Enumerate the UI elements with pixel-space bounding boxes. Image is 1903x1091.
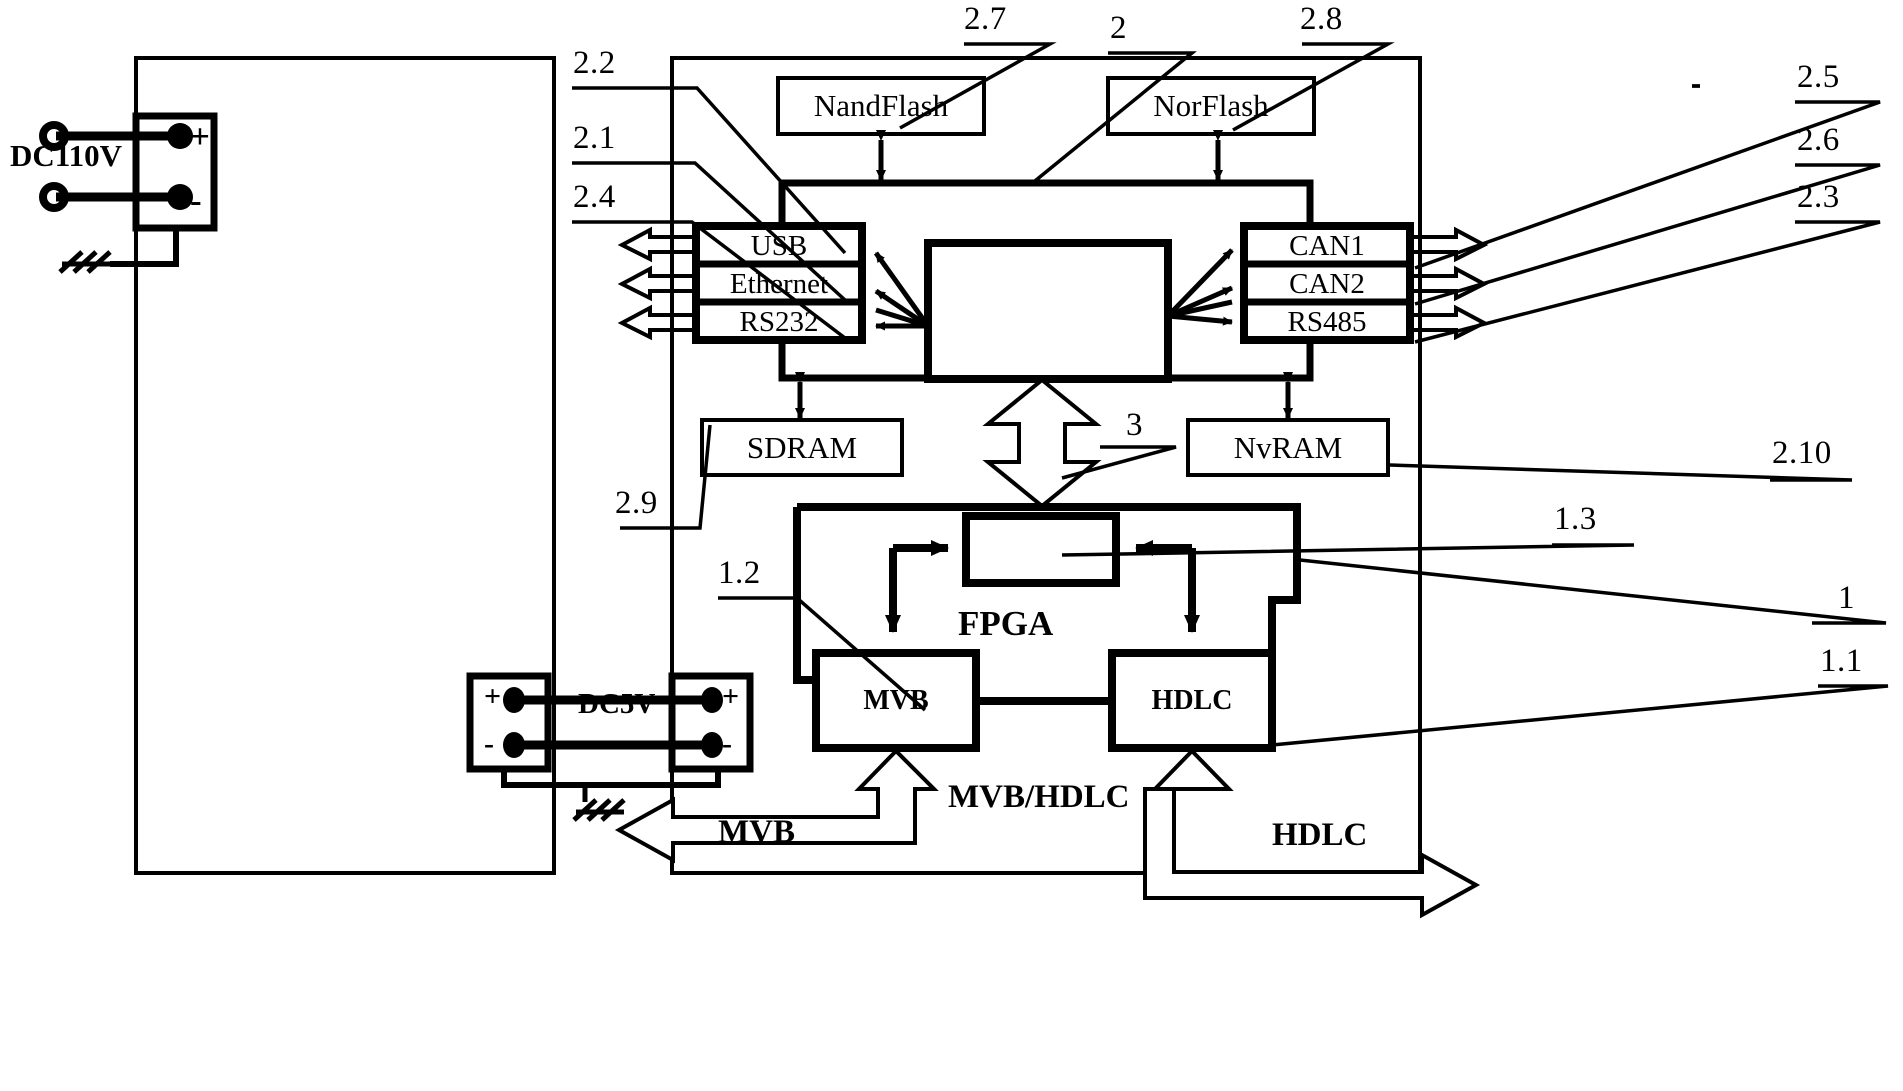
reference-leader-lines [572,42,1889,747]
leader-1-line [1299,558,1887,625]
diagram-canvas: DC110V + - DC5V + - + - NandFlash NorFla… [0,0,1903,1091]
ref-2-1: 2.1 [573,120,616,156]
leader-3-line [1061,445,1177,480]
ref-2-5: 2.5 [1797,59,1840,95]
ref-2-9: 2.9 [615,485,658,521]
ref-2-4: 2.4 [573,179,616,215]
ref-3: 3 [1126,407,1143,443]
ref-2: 2 [1110,10,1127,46]
leader-2-2-line [572,86,847,255]
leader-2-line [1028,51,1197,187]
leader-2-4-line [572,220,847,340]
ref-1-1: 1.1 [1820,643,1863,679]
leader-1-2-line [718,596,927,712]
leader-2-7-line [899,42,1057,130]
leader-2-8-line [1232,42,1395,132]
ref-2-10: 2.10 [1772,435,1832,471]
leader-1-1-line [1271,684,1889,747]
ref-2-8: 2.8 [1300,1,1343,37]
ref-1-2: 1.2 [718,555,761,591]
ref-2-2: 2.2 [573,45,616,81]
ref-1: 1 [1838,580,1855,616]
ref-2-3: 2.3 [1797,179,1840,215]
ref-2-7: 2.7 [964,1,1007,37]
leader-1-3-line [1061,543,1635,557]
ref-2-6: 2.6 [1797,122,1840,158]
ref-1-3: 1.3 [1554,501,1597,537]
